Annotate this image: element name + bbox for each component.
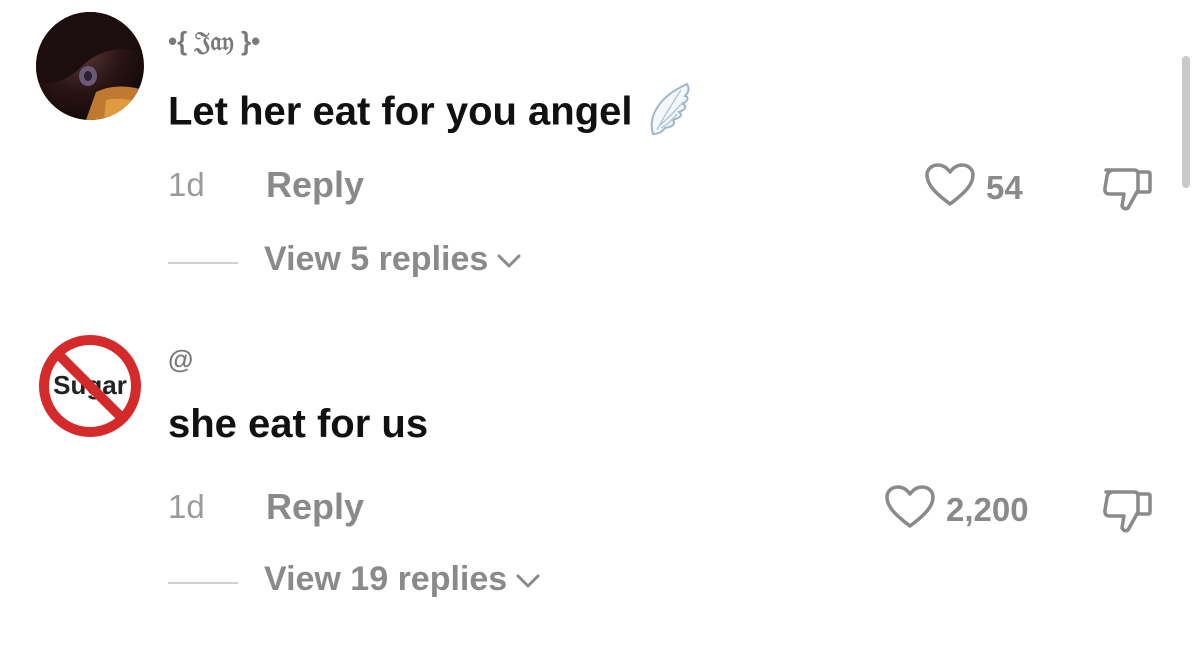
replies-divider [168,582,238,584]
view-replies-button[interactable]: View 5 replies [264,240,522,279]
heart-outline-icon [884,484,936,535]
like-count: 54 [986,168,1023,206]
avatar[interactable] [36,12,144,120]
like-button[interactable]: 54 [924,162,1023,213]
comments-panel: •{ 𝔍𝔞𝔶 }• Let her eat for you angel 1d R… [0,0,1200,648]
no-sugar-avatar: Sugar [36,332,144,440]
reply-button[interactable]: Reply [266,164,364,206]
comment-timestamp: 1d [168,166,205,203]
comment-item: Sugar @ she eat for us 1d Reply 2,200 [0,318,1180,638]
dislike-button[interactable] [1100,486,1156,541]
heart-outline-icon [924,162,976,213]
dislike-button[interactable] [1100,164,1156,219]
like-button[interactable]: 2,200 [884,484,1029,535]
view-replies-label: View 19 replies [264,560,508,598]
comment-text-content: Let her eat for you angel [168,89,633,134]
comment-username[interactable]: •{ 𝔍𝔞𝔶 }• [168,26,260,58]
avatar-photo [36,12,144,120]
thumbs-down-icon [1100,490,1156,540]
comment-text: she eat for us [168,402,429,446]
scrollbar[interactable] [1182,56,1190,188]
comment-username[interactable]: @ [168,344,193,375]
chevron-down-icon [488,240,522,279]
like-count: 2,200 [946,490,1029,528]
replies-divider [168,262,238,264]
chevron-down-icon [507,560,541,599]
avatar[interactable]: Sugar [36,332,144,440]
comment-item: •{ 𝔍𝔞𝔶 }• Let her eat for you angel 1d R… [0,0,1180,300]
wing-emoji [647,80,693,148]
view-replies-label: View 5 replies [264,240,489,278]
view-replies-button[interactable]: View 19 replies [264,560,541,599]
comment-timestamp: 1d [168,488,205,525]
reply-button[interactable]: Reply [266,486,364,528]
comment-text: Let her eat for you angel [168,80,693,148]
thumbs-down-icon [1100,168,1156,218]
